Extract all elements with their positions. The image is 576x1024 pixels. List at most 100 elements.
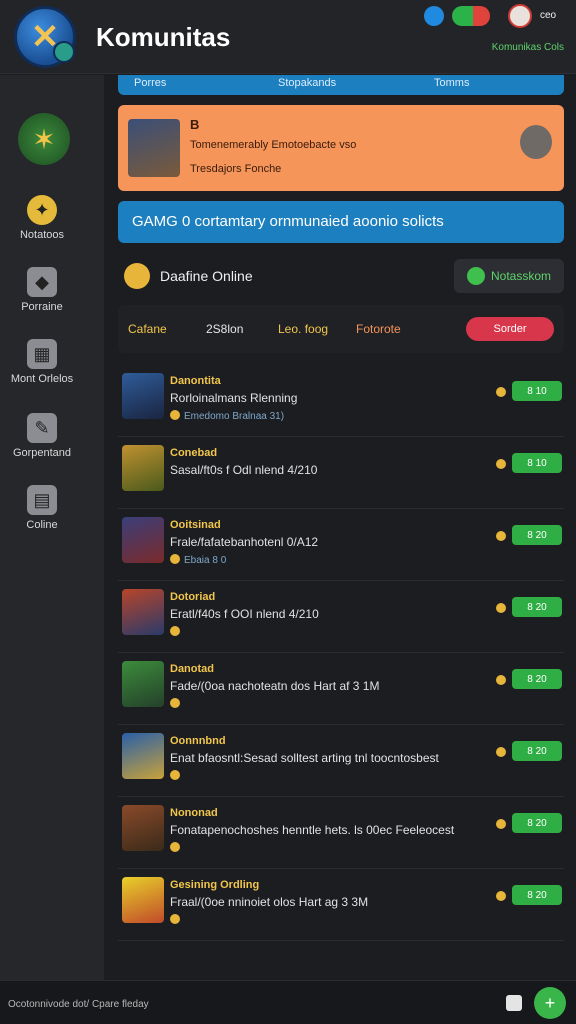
- reward-badge[interactable]: 8 10: [512, 453, 562, 473]
- tab-stopakands[interactable]: Stopakands: [278, 77, 336, 89]
- item-description: Sasal/ft0s f Odl nlend 4/210: [170, 463, 318, 477]
- featured-card[interactable]: B Tomenemerably Emotoebacte vso Tresdajo…: [118, 105, 564, 191]
- item-meta: [170, 842, 184, 854]
- sidebar-item-notatoos[interactable]: ✦ Notatoos: [0, 195, 84, 241]
- list-item[interactable]: Dotoriad Eratl/f40s f OOI nlend 4/210 8 …: [118, 581, 564, 653]
- coin-icon: [496, 603, 506, 613]
- item-description: Fonatapenochoshes henntle hets. ls 00ec …: [170, 823, 455, 837]
- item-description: Fraal/(0oe nninoiet olos Hart ag 3 3M: [170, 895, 369, 909]
- sidebar-item-coline[interactable]: ▤ Coline: [0, 485, 84, 531]
- coin-icon: [124, 263, 150, 289]
- app-header: ✕ Komunitas ceo Komunikas Cols: [0, 0, 576, 74]
- item-title: Gesining Ordling: [170, 879, 260, 891]
- online-section: Daafine Online Notasskom: [118, 257, 564, 295]
- reward-badge[interactable]: 8 10: [512, 381, 562, 401]
- filter-2s8lon[interactable]: 2S8lon: [206, 322, 243, 336]
- tab-tomms[interactable]: Tomms: [434, 77, 469, 89]
- quest-list: Danontita Rorloinalmans Rlenning Emedomo…: [118, 365, 564, 941]
- app-title: Komunitas: [96, 22, 231, 52]
- filter-bar: Cafane 2S8lon Leo. foog Fotorote Sorder: [118, 305, 564, 353]
- sort-chip[interactable]: Sorder: [466, 317, 554, 341]
- featured-avatar: [128, 119, 180, 177]
- sidebar-item-mont-orlelos[interactable]: ▦ Mont Orlelos: [0, 339, 84, 385]
- item-meta: [170, 626, 184, 638]
- list-item[interactable]: Nononad Fonatapenochoshes henntle hets. …: [118, 797, 564, 869]
- filter-leo-foog[interactable]: Leo. foog: [278, 322, 328, 336]
- featured-character-icon: [520, 125, 552, 159]
- item-title: Conebad: [170, 447, 218, 459]
- item-meta: [170, 698, 184, 710]
- notification-icon: [466, 267, 485, 285]
- item-title: Nononad: [170, 807, 218, 819]
- chat-icon[interactable]: [506, 995, 522, 1011]
- logo-badge-icon: [53, 41, 75, 63]
- list-item[interactable]: Danotad Fade/(0oa nachoteatn dos Hart af…: [118, 653, 564, 725]
- item-meta: Ebaia 8 0: [170, 554, 226, 566]
- notification-button[interactable]: Notasskom: [454, 259, 564, 293]
- coin-icon: [170, 410, 180, 420]
- item-thumbnail: [122, 733, 164, 779]
- item-thumbnail: [122, 877, 164, 923]
- reward-badge[interactable]: 8 20: [512, 525, 562, 545]
- list-item[interactable]: Ooitsinad Frale/fafatebanhotenl 0/A12 Eb…: [118, 509, 564, 581]
- header-links[interactable]: Komunikas Cols: [492, 42, 564, 53]
- list-item[interactable]: Conebad Sasal/ft0s f Odl nlend 4/210 8 1…: [118, 437, 564, 509]
- announcement-banner[interactable]: GAMG 0 cortamtary ornmunaied aoonio soli…: [118, 201, 564, 243]
- sidebar: ✶ ✦ Notatoos ◆ Porraine ▦ Mont Orlelos ✎…: [0, 75, 104, 980]
- item-title: Dotoriad: [170, 591, 216, 603]
- app-logo-icon[interactable]: ✕: [14, 6, 76, 68]
- tab-porres[interactable]: Porres: [134, 77, 166, 89]
- item-thumbnail: [122, 589, 164, 635]
- avatar[interactable]: [508, 4, 532, 28]
- item-thumbnail: [122, 661, 164, 707]
- coin-icon: [170, 842, 180, 852]
- item-meta-text: Emedomo Bralnaa 31): [184, 411, 285, 422]
- sidebar-item-label: Porraine: [21, 301, 63, 313]
- reward-badge[interactable]: 8 20: [512, 885, 562, 905]
- item-description: Rorloinalmans Rlenning: [170, 391, 298, 405]
- item-thumbnail: [122, 373, 164, 419]
- user-name[interactable]: ceo: [540, 10, 556, 21]
- guild-icon[interactable]: ✶: [18, 113, 70, 165]
- reward-badge[interactable]: 8 20: [512, 741, 562, 761]
- item-description: Eratl/f40s f OOI nlend 4/210: [170, 607, 319, 621]
- item-description: Frale/fafatebanhotenl 0/A12: [170, 535, 319, 549]
- list-item[interactable]: Oonnnbnd Enat bfaosntl:Sesad solltest ar…: [118, 725, 564, 797]
- call-toggle-icon[interactable]: [452, 6, 490, 26]
- featured-subtitle: Tresdajors Fonche: [190, 163, 282, 175]
- coin-icon: [170, 698, 180, 708]
- coin-icon: [496, 387, 506, 397]
- telegram-icon[interactable]: [424, 6, 444, 26]
- item-description: Enat bfaosntl:Sesad solltest arting tnl …: [170, 751, 439, 765]
- coin-icon: [170, 770, 180, 780]
- coin-icon: [170, 554, 180, 564]
- server-icon: ▤: [27, 485, 57, 515]
- coin-icon: [496, 819, 506, 829]
- item-title: Ooitsinad: [170, 519, 221, 531]
- item-meta-text: Ebaia 8 0: [184, 555, 227, 566]
- item-title: Danotad: [170, 663, 214, 675]
- filter-fotorote[interactable]: Fotorote: [356, 322, 401, 336]
- notification-button-label: Notasskom: [490, 269, 552, 283]
- puzzle-icon: ◆: [27, 267, 57, 297]
- coin-icon: [496, 675, 506, 685]
- list-item[interactable]: Danontita Rorloinalmans Rlenning Emedomo…: [118, 365, 564, 437]
- reward-badge[interactable]: 8 20: [512, 669, 562, 689]
- reward-badge[interactable]: 8 20: [512, 813, 562, 833]
- featured-description: Tomenemerably Emotoebacte vso: [190, 139, 357, 151]
- coin-icon: [496, 747, 506, 757]
- item-thumbnail: [122, 517, 164, 563]
- list-item[interactable]: Gesining Ordling Fraal/(0oe nninoiet olo…: [118, 869, 564, 941]
- online-label: Daafine Online: [160, 268, 253, 284]
- item-description: Fade/(0oa nachoteatn dos Hart af 3 1M: [170, 679, 380, 693]
- reward-badge[interactable]: 8 20: [512, 597, 562, 617]
- top-tab-bar[interactable]: Porres Stopakands Tomms: [118, 75, 564, 95]
- item-meta: [170, 914, 184, 926]
- filter-cafane[interactable]: Cafane: [128, 322, 167, 336]
- item-thumbnail: [122, 445, 164, 491]
- sidebar-item-porraine[interactable]: ◆ Porraine: [0, 267, 84, 313]
- add-button[interactable]: +: [534, 987, 566, 1019]
- main-content: Porres Stopakands Tomms B Tomenemerably …: [104, 75, 576, 980]
- sidebar-item-label: Notatoos: [19, 229, 65, 241]
- sidebar-item-gorpentand[interactable]: ✎ Gorpentand: [0, 413, 84, 459]
